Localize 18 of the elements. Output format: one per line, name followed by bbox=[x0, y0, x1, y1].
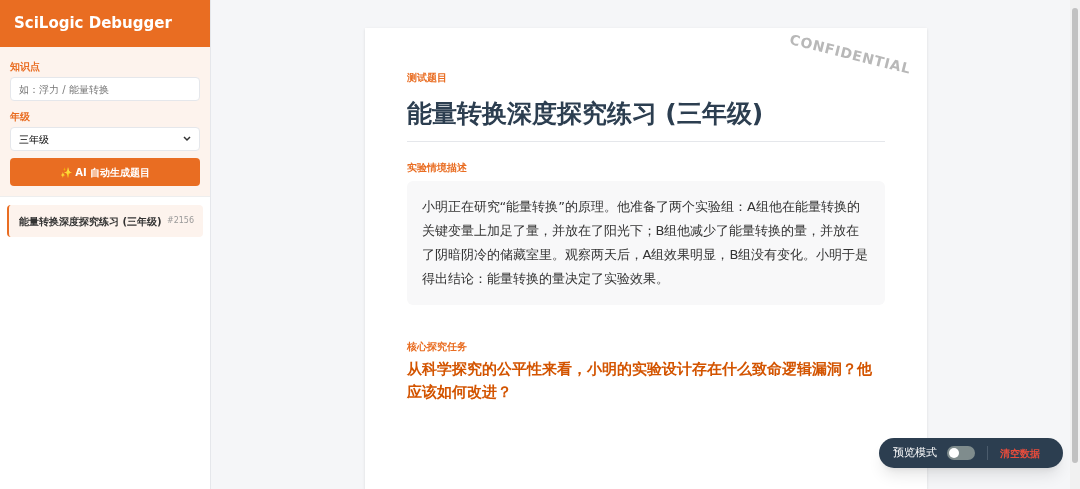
task-question: 从科学探究的公平性来看，小明的实验设计存在什么致命逻辑漏洞？他应该如何改进？ bbox=[406, 358, 873, 403]
preview-toggle[interactable] bbox=[947, 446, 975, 460]
history-title: 能量转换深度探究练习 (三年级) bbox=[19, 214, 162, 229]
scrollbar[interactable] bbox=[1070, 0, 1080, 489]
field-label: 知识点 bbox=[10, 60, 41, 74]
history-id: #2156 bbox=[166, 215, 194, 227]
topic-field[interactable]: 如：浮力 / 能量转换 bbox=[10, 77, 200, 101]
app-title: SciLogic Debugger bbox=[14, 13, 172, 35]
section-label: 测试题目 bbox=[406, 71, 448, 85]
scenario-text: 小明正在研究“能量转换”的原理。他准备了两个实验组：A组他在能量转换的关键变量上加足了量，并放在了阳光下；B组他减少了能量转换的量，并放在了阴暗阴冷的储藏室里。观察两天后，A组效果明显，B组没有变化。小明于是得出结论：能量转换的量决定了实验效果。 bbox=[421, 197, 870, 288]
history-item[interactable]: 能量转换深度探究练习 (三年级) #2156 bbox=[7, 205, 203, 237]
paper-title: 能量转换深度探究练习 (三年级) bbox=[406, 95, 885, 142]
preview-label: 预览模式 bbox=[893, 444, 937, 461]
field-label: 年级 bbox=[10, 110, 31, 124]
chevron-down-icon bbox=[183, 136, 191, 142]
section-label: 实验情境描述 bbox=[406, 160, 468, 175]
section-label: 核心探究任务 bbox=[406, 339, 468, 354]
grade-select[interactable]: 三年级 bbox=[10, 127, 200, 151]
